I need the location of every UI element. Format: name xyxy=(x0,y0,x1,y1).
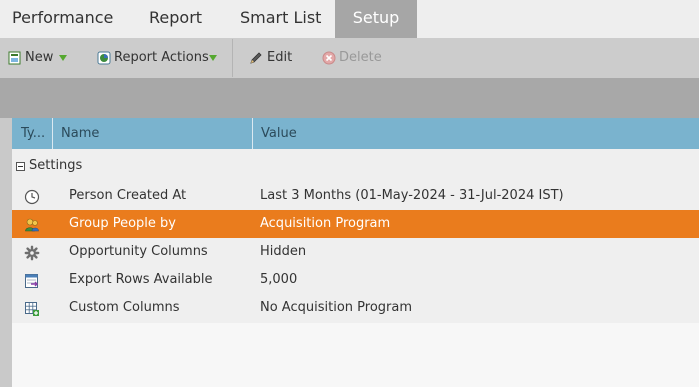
report-actions-dropdown-arrow-icon xyxy=(209,55,217,61)
new-dropdown-arrow-icon xyxy=(59,55,67,61)
report-actions-button[interactable]: Report Actions xyxy=(97,38,222,78)
gear-icon xyxy=(24,245,40,261)
people-group-icon xyxy=(25,218,39,232)
row-value: Last 3 Months (01-May-2024 - 31-Jul-2024… xyxy=(260,188,564,203)
grid-empty-area xyxy=(12,323,699,387)
new-button[interactable]: New xyxy=(8,38,70,78)
new-document-icon xyxy=(8,51,21,65)
collapse-icon[interactable] xyxy=(16,162,25,171)
export-rows-icon xyxy=(25,274,38,288)
column-header-name[interactable]: Name xyxy=(61,118,241,149)
row-name: Custom Columns xyxy=(69,300,180,315)
table-row-selected[interactable]: Group People by Acquisition Program xyxy=(12,210,699,238)
toolbar-divider xyxy=(232,39,233,77)
table-row[interactable]: Custom Columns No Acquisition Program xyxy=(12,294,699,322)
table-row[interactable]: Person Created At Last 3 Months (01-May-… xyxy=(12,182,699,210)
grid-header: Ty... Name Value xyxy=(12,118,699,149)
row-name: Export Rows Available xyxy=(69,272,213,287)
main-tab-bar: Performance Report Smart List Setup xyxy=(0,0,699,38)
row-value: Hidden xyxy=(260,244,307,259)
left-panel-edge xyxy=(0,118,12,387)
delete-icon xyxy=(322,51,336,65)
column-header-value[interactable]: Value xyxy=(261,118,561,149)
tab-smart-list[interactable]: Smart List xyxy=(227,0,335,38)
report-actions-icon xyxy=(97,51,111,65)
new-button-label: New xyxy=(25,50,54,65)
report-actions-label: Report Actions xyxy=(114,50,209,65)
row-value: Acquisition Program xyxy=(260,216,391,231)
delete-label: Delete xyxy=(339,50,382,65)
table-row[interactable]: Export Rows Available 5,000 xyxy=(12,266,699,294)
column-divider[interactable] xyxy=(52,118,53,149)
clock-icon xyxy=(24,189,40,205)
delete-button[interactable]: Delete xyxy=(322,38,382,78)
edit-label: Edit xyxy=(267,50,293,65)
row-name: Person Created At xyxy=(69,188,187,203)
row-value: 5,000 xyxy=(260,272,298,287)
tab-setup[interactable]: Setup xyxy=(335,0,417,38)
group-label: Settings xyxy=(29,158,83,173)
row-name: Group People by xyxy=(69,216,176,231)
table-row[interactable]: Opportunity Columns Hidden xyxy=(12,238,699,266)
custom-columns-icon xyxy=(25,302,39,316)
secondary-toolbar xyxy=(0,78,699,118)
column-header-type[interactable]: Ty... xyxy=(21,118,51,149)
tab-report[interactable]: Report xyxy=(136,0,226,38)
group-row-settings[interactable]: Settings xyxy=(12,152,699,180)
tab-performance[interactable]: Performance xyxy=(0,0,124,38)
toolbar: New Report Actions Edit Delete xyxy=(0,38,699,78)
edit-button[interactable]: Edit xyxy=(249,38,299,78)
row-value: No Acquisition Program xyxy=(260,300,412,315)
pencil-icon xyxy=(250,52,262,64)
row-name: Opportunity Columns xyxy=(69,244,208,259)
column-divider[interactable] xyxy=(252,118,253,149)
